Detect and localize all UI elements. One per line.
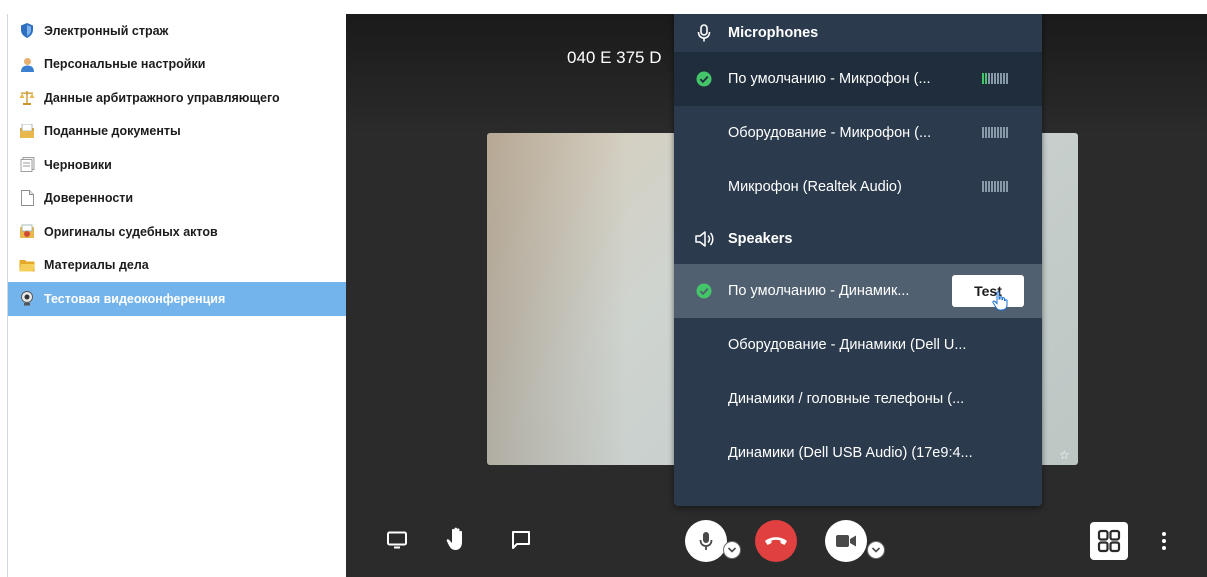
sidebar-item-label: Данные арбитражного управляющего: [44, 90, 280, 105]
microphone-option-hardware[interactable]: Оборудование - Микрофон (...: [674, 106, 1042, 160]
user-icon: [19, 56, 35, 72]
speaker-icon: [694, 229, 714, 249]
sidebar-item-powers-of-attorney[interactable]: Доверенности: [8, 182, 346, 216]
sidebar-item-label: Доверенности: [44, 191, 134, 206]
more-vertical-icon: [1162, 532, 1166, 550]
mic-level-meter: [982, 181, 1008, 192]
top-bar: [0, 0, 1207, 14]
speaker-option-label: Динамики / головные телефоны (...: [728, 391, 965, 407]
sidebar: Электронный страж Персональные настройки…: [7, 14, 346, 577]
sidebar-item-label: Электронный страж: [44, 23, 169, 38]
tile-view-icon: [1097, 529, 1121, 553]
sidebar-item-personal-settings[interactable]: Персональные настройки: [8, 48, 346, 82]
sidebar-item-label: Персональные настройки: [44, 57, 206, 72]
microphone-icon: [694, 23, 714, 43]
microphone-option-default[interactable]: По умолчанию - Микрофон (...: [674, 52, 1042, 106]
hand-cursor-icon: [992, 291, 1008, 311]
chevron-down-icon: [727, 547, 737, 553]
audio-device-menu: Microphones По умолчанию - Микрофон (...…: [674, 14, 1042, 506]
microphone-option-label: Оборудование - Микрофон (...: [728, 125, 932, 141]
microphones-header-label: Microphones: [728, 25, 819, 41]
screen-share-button[interactable]: [384, 527, 410, 553]
speaker-option-label: Оборудование - Динамики (Dell U...: [728, 337, 967, 353]
sidebar-item-electronic-guard[interactable]: Электронный страж: [8, 14, 346, 48]
tile-view-button[interactable]: [1090, 522, 1128, 560]
microphone-option-realtek[interactable]: Микрофон (Realtek Audio): [674, 160, 1042, 214]
microphone-option-label: По умолчанию - Микрофон (...: [728, 71, 931, 87]
sidebar-item-submitted-documents[interactable]: Поданные документы: [8, 115, 346, 149]
chevron-down-icon: [871, 547, 881, 553]
video-conference-area: 040 E 375 D ☆ Microphones По умолчанию -…: [346, 14, 1207, 577]
mic-level-meter: [982, 73, 1008, 84]
sidebar-item-label: Черновики: [44, 157, 112, 172]
mic-level-meter: [982, 127, 1008, 138]
scales-icon: [19, 90, 35, 106]
microphone-toggle-button[interactable]: [685, 520, 727, 562]
webcam-icon: [19, 291, 35, 307]
camera-options-button[interactable]: [867, 541, 885, 559]
microphone-option-label: Микрофон (Realtek Audio): [728, 179, 902, 195]
shield-icon: [19, 23, 35, 39]
sidebar-item-case-materials[interactable]: Материалы дела: [8, 249, 346, 283]
test-speaker-button[interactable]: Test: [952, 275, 1024, 307]
speaker-option-default[interactable]: По умолчанию - Динамик... Test: [674, 264, 1042, 318]
speaker-option-label: По умолчанию - Динамик...: [728, 283, 910, 299]
sidebar-item-test-videoconference[interactable]: Тестовая видеоконференция: [8, 282, 346, 316]
hang-up-button[interactable]: [755, 520, 797, 562]
document-icon: [19, 190, 35, 207]
speakers-header-label: Speakers: [728, 231, 793, 247]
sidebar-item-drafts[interactable]: Черновики: [8, 148, 346, 182]
video-shadow: [487, 133, 627, 465]
folder-icon: [19, 257, 35, 273]
sidebar-item-label: Материалы дела: [44, 258, 149, 273]
draft-icon: [19, 157, 35, 173]
sidebar-item-label: Поданные документы: [44, 124, 181, 139]
sidebar-item-manager-data[interactable]: Данные арбитражного управляющего: [8, 81, 346, 115]
chat-icon: [512, 531, 530, 549]
microphone-options-button[interactable]: [723, 541, 741, 559]
microphones-header: Microphones: [674, 14, 1042, 52]
court-acts-icon: [19, 224, 35, 240]
more-actions-button[interactable]: [1154, 526, 1174, 556]
raise-hand-icon: [446, 527, 462, 550]
video-camera-icon: [836, 535, 856, 547]
inbox-icon: [19, 123, 35, 139]
speaker-option-label: Динамики (Dell USB Audio) (17e9:4...: [728, 445, 973, 461]
screen-share-icon: [387, 531, 407, 549]
speaker-option-headphones[interactable]: Динамики / головные телефоны (...: [674, 372, 1042, 426]
sidebar-item-court-acts[interactable]: Оригиналы судебных актов: [8, 215, 346, 249]
check-circle-icon: [696, 71, 712, 87]
phone-hangup-icon: [765, 537, 787, 545]
speaker-option-dell-usb[interactable]: Динамики (Dell USB Audio) (17e9:4...: [674, 426, 1042, 480]
sidebar-item-label: Оригиналы судебных актов: [44, 224, 218, 239]
speakers-header: Speakers: [674, 214, 1042, 264]
speaker-option-dell-hardware[interactable]: Оборудование - Динамики (Dell U...: [674, 318, 1042, 372]
sidebar-item-label: Тестовая видеоконференция: [44, 291, 226, 306]
check-circle-icon: [696, 283, 712, 299]
pin-star-icon[interactable]: ☆: [1059, 448, 1070, 462]
raise-hand-button[interactable]: [444, 524, 470, 554]
microphone-icon: [699, 532, 713, 550]
room-name: 040 E 375 D: [567, 48, 662, 67]
camera-toggle-button[interactable]: [825, 520, 867, 562]
chat-button[interactable]: [508, 527, 534, 553]
